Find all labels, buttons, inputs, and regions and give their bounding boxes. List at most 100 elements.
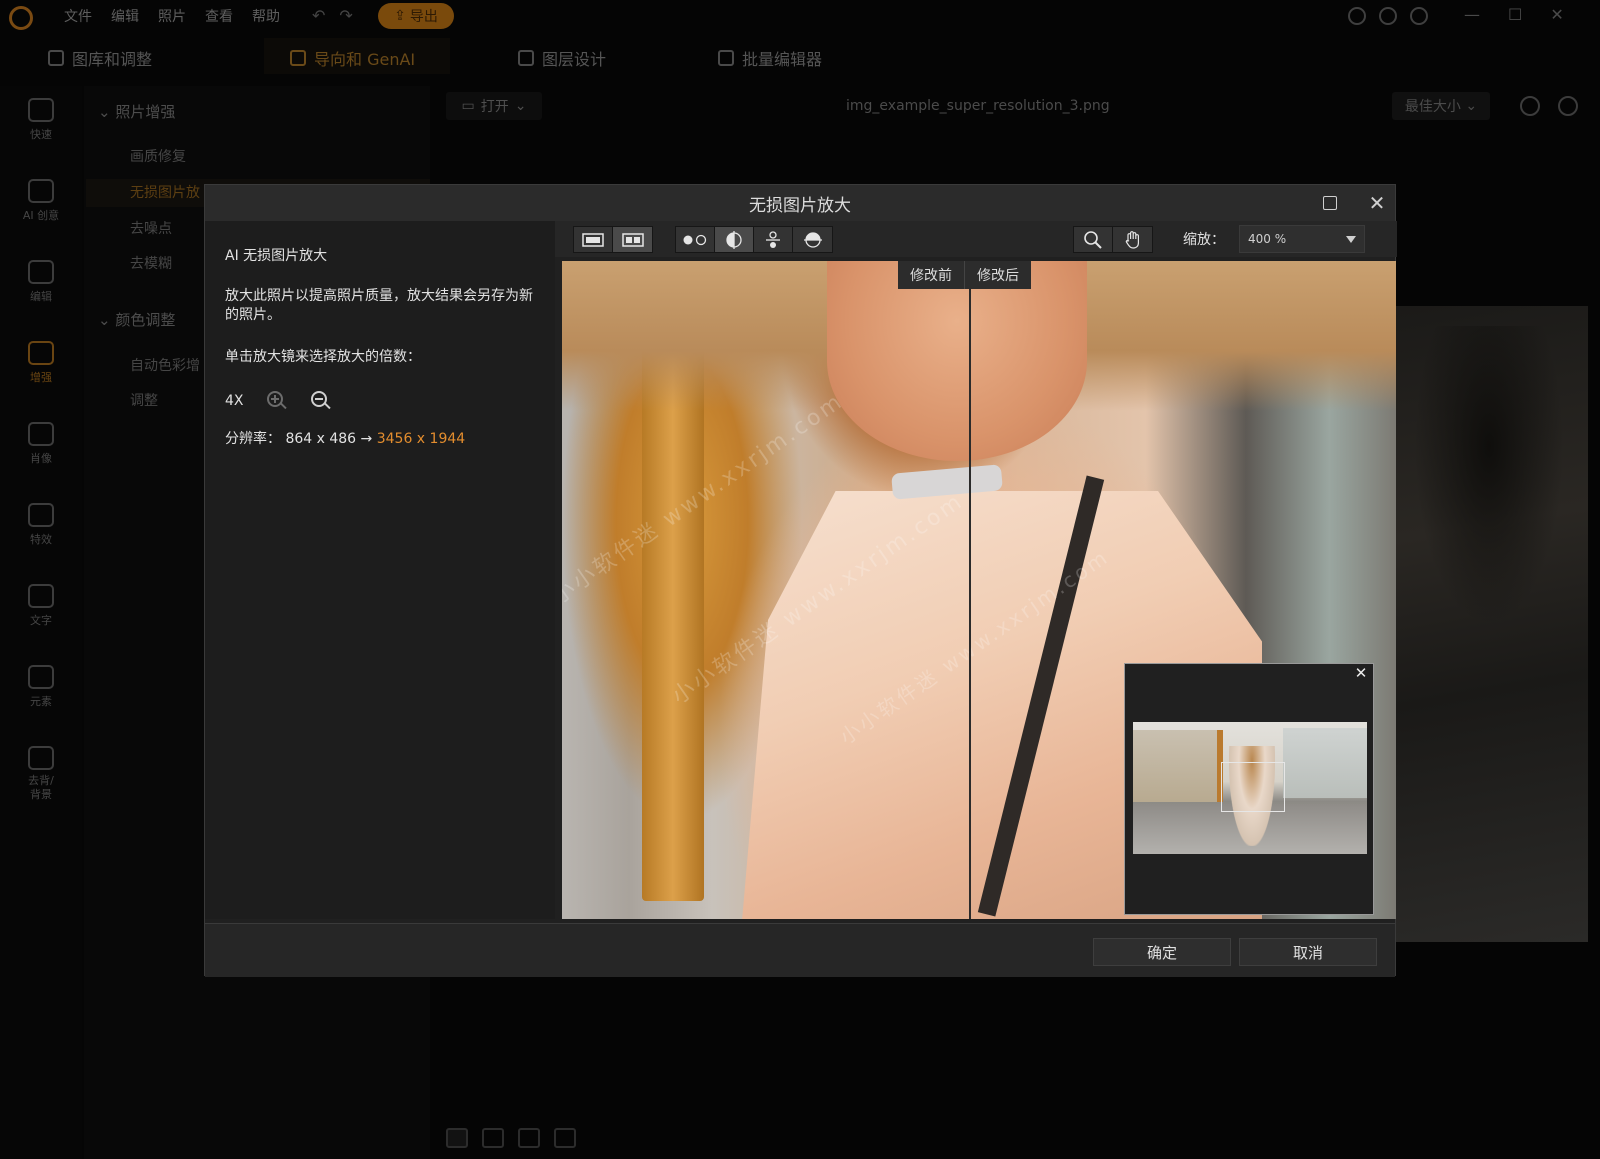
magnifier-button[interactable] bbox=[1074, 227, 1113, 252]
tool-edit[interactable]: 编辑 bbox=[0, 260, 82, 304]
menu-view[interactable]: 查看 bbox=[205, 6, 233, 26]
account-icon[interactable] bbox=[1348, 7, 1366, 25]
photo-face bbox=[827, 261, 1087, 461]
redo-icon[interactable]: ↷ bbox=[339, 6, 366, 25]
tree-item[interactable]: 自动色彩增 bbox=[130, 355, 200, 375]
split-horizontal-button[interactable] bbox=[754, 227, 793, 252]
folder-icon: ▭ bbox=[461, 98, 475, 114]
split-vertical-button[interactable] bbox=[715, 227, 754, 252]
fit-label: 最佳大小 bbox=[1404, 99, 1461, 115]
split-horizontal-circle-icon bbox=[803, 231, 822, 248]
tree-item[interactable]: 去模糊 bbox=[130, 253, 172, 273]
tool-label: 增强 bbox=[30, 371, 52, 384]
navigator-viewport[interactable] bbox=[1221, 762, 1285, 812]
undo-icon[interactable]: ↶ bbox=[312, 6, 339, 25]
tab-label: 导向和 GenAI bbox=[314, 50, 416, 69]
minimize-icon[interactable]: — bbox=[1464, 5, 1480, 24]
close-icon[interactable]: ✕ bbox=[1353, 664, 1369, 682]
tree-item-upscale[interactable]: 无损图片放 bbox=[130, 182, 200, 202]
magnifier-icon bbox=[1084, 230, 1102, 249]
info-heading: AI 无损图片放大 bbox=[225, 248, 328, 264]
tool-effects[interactable]: 特效 bbox=[0, 503, 82, 547]
side-by-side-button[interactable] bbox=[613, 227, 652, 252]
menu-file[interactable]: 文件 bbox=[64, 6, 92, 26]
menu-photo[interactable]: 照片 bbox=[158, 6, 186, 26]
genai-icon bbox=[290, 50, 306, 66]
compare-dots-icon bbox=[683, 234, 707, 245]
compare-divider[interactable] bbox=[969, 261, 971, 919]
menu-help[interactable]: 帮助 bbox=[252, 6, 280, 26]
tab-library[interactable]: 图库和调整 bbox=[48, 46, 152, 70]
navigator-thumbnail[interactable] bbox=[1133, 722, 1367, 854]
preview-toolbar: 缩放： 400 % bbox=[555, 221, 1397, 257]
quick-icon bbox=[28, 98, 54, 122]
tree-item[interactable]: 调整 bbox=[130, 390, 158, 410]
tool-label: 快速 bbox=[30, 128, 52, 141]
split-horizontal-circle-button[interactable] bbox=[793, 227, 832, 252]
help-icon[interactable] bbox=[1410, 7, 1428, 25]
before-label: 修改前 bbox=[898, 261, 964, 289]
background-photo bbox=[1394, 306, 1588, 942]
zoom-out-icon[interactable] bbox=[310, 390, 332, 412]
cancel-button[interactable]: 取消 bbox=[1239, 938, 1377, 966]
undo-redo-group: ↶↷ bbox=[312, 6, 367, 25]
tool-ai-creative[interactable]: AI 创意 bbox=[0, 179, 82, 223]
tool-enhance[interactable]: 增强 bbox=[0, 341, 82, 385]
resolution-from: 864 x 486 → bbox=[285, 431, 373, 447]
zoom-in-icon[interactable] bbox=[266, 390, 288, 412]
close-icon[interactable]: ✕ bbox=[1363, 189, 1391, 217]
bottom-toolbar bbox=[446, 1128, 576, 1148]
tree-section-enhance[interactable]: ⌄ 照片增强 bbox=[98, 101, 175, 122]
zoom-value: 400 % bbox=[1248, 232, 1287, 246]
compare-dots-button[interactable] bbox=[676, 227, 715, 252]
left-toolbar: 快速 AI 创意 编辑 增强 肖像 特效 文字 元素 去背/ 背景 bbox=[0, 86, 82, 1159]
tab-genai[interactable]: 导向和 GenAI bbox=[290, 46, 415, 70]
menu-edit[interactable]: 编辑 bbox=[111, 6, 139, 26]
hand-icon bbox=[1125, 230, 1139, 249]
enhance-icon bbox=[28, 341, 54, 365]
window-controls: — ☐ ✕ bbox=[1464, 5, 1564, 24]
info-panel: AI 无损图片放大 放大此照片以提高照片质量，放大结果会另存为新的照片。 单击放… bbox=[205, 221, 555, 919]
tool-text[interactable]: 文字 bbox=[0, 584, 82, 628]
tool-label: 特效 bbox=[30, 533, 52, 546]
tree-item[interactable]: 去噪点 bbox=[130, 218, 172, 238]
single-view-button[interactable] bbox=[574, 227, 613, 252]
split-vertical-icon bbox=[726, 230, 742, 249]
info-instruction: 单击放大镜来选择放大的倍数： bbox=[225, 349, 421, 365]
tool-portrait[interactable]: 肖像 bbox=[0, 422, 82, 466]
portrait-icon bbox=[28, 422, 54, 446]
hand-icon[interactable] bbox=[1558, 96, 1578, 116]
batch-icon bbox=[718, 50, 734, 66]
single-view-icon[interactable] bbox=[446, 1128, 468, 1148]
split-view-icon[interactable] bbox=[482, 1128, 504, 1148]
tool-quick[interactable]: 快速 bbox=[0, 98, 82, 142]
tool-background[interactable]: 去背/ 背景 bbox=[0, 746, 82, 802]
tree-section-color[interactable]: ⌄ 颜色调整 bbox=[98, 309, 175, 330]
zoom-dropdown[interactable]: 400 % bbox=[1239, 225, 1365, 253]
settings-icon[interactable] bbox=[1379, 7, 1397, 25]
scale-row: 4X bbox=[225, 390, 539, 412]
library-icon bbox=[48, 50, 64, 66]
tree-item[interactable]: 画质修复 bbox=[130, 146, 186, 166]
maximize-icon[interactable] bbox=[1323, 196, 1337, 210]
fit-size-dropdown[interactable]: 最佳大小 ⌄ bbox=[1392, 92, 1490, 120]
tab-label: 批量编辑器 bbox=[742, 50, 823, 69]
search-icon[interactable] bbox=[1520, 96, 1540, 116]
tool-elements[interactable]: 元素 bbox=[0, 665, 82, 709]
tab-batch[interactable]: 批量编辑器 bbox=[718, 46, 822, 70]
open-button[interactable]: ▭ 打开 ⌄ bbox=[446, 92, 542, 120]
tool-label: 去背/ 背景 bbox=[28, 774, 54, 801]
title-bar: 文件 编辑 照片 查看 帮助 ↶↷ ⇪ 导出 — ☐ ✕ bbox=[0, 0, 1600, 33]
tool-label: AI 创意 bbox=[22, 209, 60, 222]
delete-icon[interactable] bbox=[554, 1128, 576, 1148]
tab-layers[interactable]: 图层设计 bbox=[518, 46, 606, 70]
maximize-icon[interactable]: ☐ bbox=[1508, 5, 1522, 24]
close-window-icon[interactable]: ✕ bbox=[1550, 5, 1563, 24]
pan-button[interactable] bbox=[1113, 227, 1152, 252]
history-icon[interactable] bbox=[518, 1128, 540, 1148]
elements-icon bbox=[28, 665, 54, 689]
ok-button[interactable]: 确定 bbox=[1093, 938, 1231, 966]
title-icons bbox=[1348, 7, 1428, 25]
upscale-dialog: 无损图片放大 ✕ AI 无损图片放大 放大此照片以提高照片质量，放大结果会另存为… bbox=[204, 184, 1397, 977]
export-button[interactable]: ⇪ 导出 bbox=[378, 3, 454, 29]
